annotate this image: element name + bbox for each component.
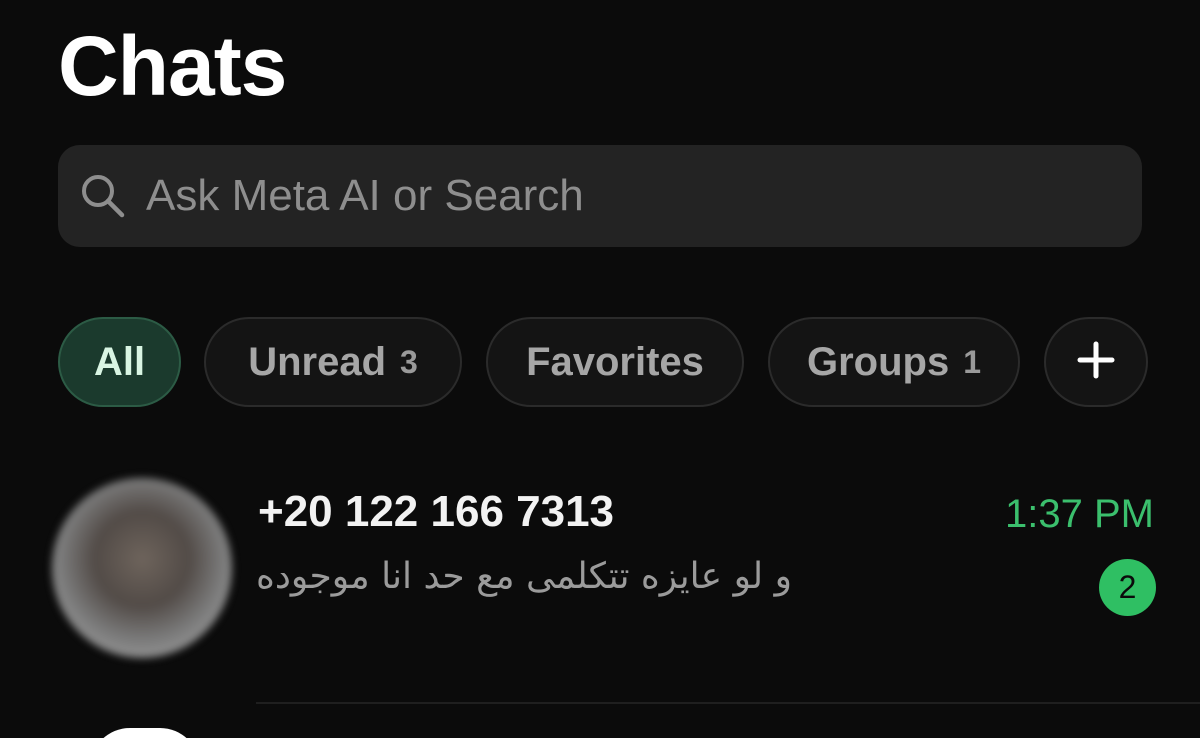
filter-chip-all[interactable]: All: [58, 317, 181, 407]
avatar: [90, 728, 200, 738]
filter-chip-count: 3: [400, 343, 418, 380]
divider: [256, 702, 1200, 704]
page-title: Chats: [58, 19, 287, 113]
filter-chip-label: All: [93, 339, 146, 384]
filter-chip-label: Favorites: [526, 339, 704, 384]
plus-icon: [1076, 340, 1116, 385]
chat-name: +20 122 166 7313: [258, 487, 615, 536]
filter-chip-count: 1: [963, 343, 982, 380]
filter-chip-unread[interactable]: Unread 3: [204, 317, 462, 407]
avatar: [52, 478, 232, 658]
chat-preview: و لو عايزه تتكلمى مع حد انا موجوده: [256, 556, 792, 597]
search-bar[interactable]: Ask Meta AI or Search: [58, 145, 1142, 247]
search-placeholder: Ask Meta AI or Search: [146, 171, 584, 220]
filter-chip-favorites[interactable]: Favorites: [486, 317, 744, 407]
add-filter-button[interactable]: [1044, 317, 1148, 407]
unread-badge: 2: [1099, 559, 1156, 616]
chat-time: 1:37 PM: [1005, 492, 1154, 536]
filter-chip-label: Groups: [806, 339, 950, 384]
search-icon: [78, 171, 128, 221]
chats-screen: Chats Ask Meta AI or Search All Unread 3…: [0, 0, 1200, 738]
filter-chip-label: Unread: [248, 339, 386, 384]
filter-chip-groups[interactable]: Groups 1: [768, 317, 1020, 407]
